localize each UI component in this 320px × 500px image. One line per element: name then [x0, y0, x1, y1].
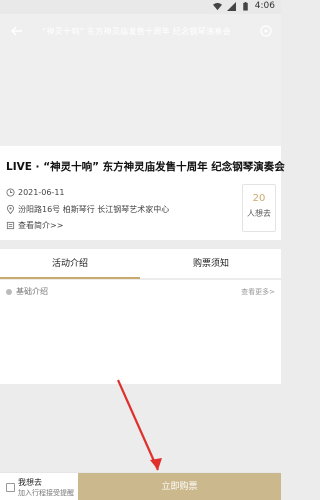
clock-icon: [6, 188, 15, 197]
venue-link-row[interactable]: 查看简介>>: [6, 220, 63, 231]
venue-icon: [6, 221, 15, 230]
bottom-action-bar: 我想去 加入行程接受提醒 立即购票: [0, 472, 281, 500]
venue-link: 查看简介>>: [18, 221, 64, 230]
section-bullet-icon: [6, 288, 12, 295]
want-label: 我想去: [18, 477, 42, 487]
want-text: 我想去 加入行程接受提醒: [18, 477, 74, 498]
tab-bar: 活动介绍 购票须知: [0, 249, 281, 279]
want-count: 20: [252, 193, 266, 204]
want-checkbox[interactable]: [6, 482, 15, 492]
back-arrow-icon[interactable]: [10, 24, 24, 38]
location-icon: [6, 205, 15, 214]
event-address-row[interactable]: 汾阳路16号 柏斯琴行 长江钢琴艺术家中心: [6, 204, 169, 215]
status-icons: 4:06: [212, 1, 275, 11]
event-title: LIVE · “神灵十响” 东方神灵庙发售十周年 纪念钢琴演奏会: [6, 161, 285, 173]
header-nav: “神灵十响” 东方神灵庙发售十周年 纪念钢琴演奏会: [0, 22, 281, 42]
want-count-card: 20 人想去: [242, 184, 276, 232]
battery-icon: [243, 1, 248, 11]
status-time: 4:06: [254, 1, 275, 11]
buy-ticket-button[interactable]: 立即购票: [78, 473, 281, 500]
header-title: “神灵十响” 东方神灵庙发售十周年 纪念钢琴演奏会: [42, 27, 231, 36]
view-more-link[interactable]: 查看更多>: [241, 287, 275, 297]
want-count-label: 人想去: [247, 209, 271, 218]
want-to-go-button[interactable]: 我想去 加入行程接受提醒: [0, 473, 78, 500]
share-icon[interactable]: [259, 24, 273, 38]
intro-section: 基础介绍 查看更多>: [0, 280, 281, 384]
event-info: LIVE · “神灵十响” 东方神灵庙发售十周年 纪念钢琴演奏会 2021-06…: [0, 146, 285, 240]
tab-indicator: [0, 277, 140, 279]
want-sublabel: 加入行程接受提醒: [18, 488, 74, 497]
section-heading-row: 基础介绍: [6, 286, 48, 297]
event-date: 2021-06-11: [18, 188, 65, 197]
event-banner: “神灵十响” 东方神灵庙发售十周年 纪念钢琴演奏会: [0, 14, 281, 146]
tab-ticket-notice[interactable]: 购票须知: [141, 249, 281, 279]
signal-icon: [226, 1, 236, 11]
section-heading: 基础介绍: [16, 287, 48, 296]
event-address: 汾阳路16号 柏斯琴行 长江钢琴艺术家中心: [18, 205, 170, 214]
wifi-icon: [212, 2, 222, 10]
event-date-row: 2021-06-11: [6, 188, 65, 197]
tab-event-intro[interactable]: 活动介绍: [0, 249, 140, 279]
status-bar: 4:06: [0, 0, 281, 14]
